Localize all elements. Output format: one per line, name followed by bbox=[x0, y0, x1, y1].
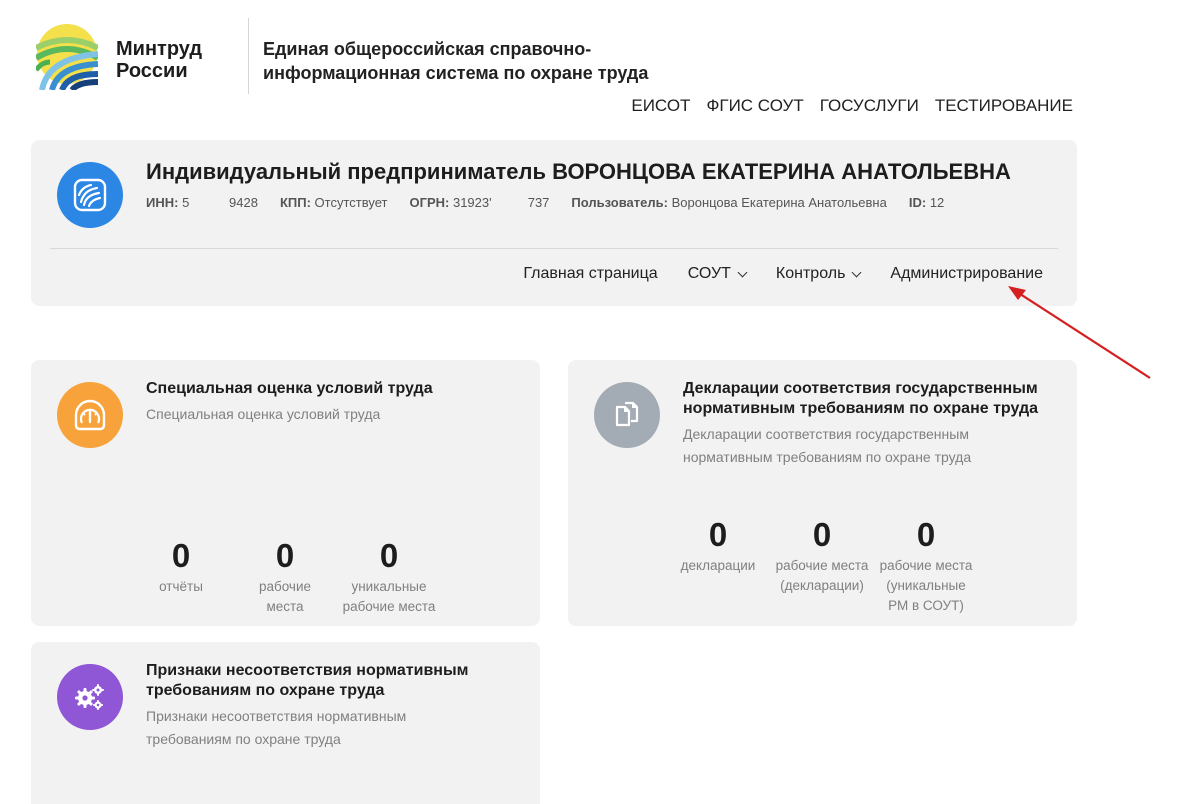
nav-home[interactable]: Главная страница bbox=[523, 265, 657, 283]
fingerprint-icon bbox=[73, 178, 107, 212]
card-sout[interactable]: Специальная оценка условий труда Специал… bbox=[31, 360, 540, 626]
nonconformity-card-description: Признаки несоответствия нормативным треб… bbox=[146, 708, 407, 747]
user-field: Пользователь: Воронцова Екатерина Анатол… bbox=[571, 195, 886, 210]
sout-card-title: Специальная оценка условий труда bbox=[146, 380, 433, 397]
brand-line-1: Минтруд bbox=[116, 38, 203, 60]
chevron-down-icon bbox=[737, 267, 748, 277]
stat-reports: 0 отчёты bbox=[141, 538, 221, 597]
nav-eisot[interactable]: ЕИСОТ bbox=[631, 96, 690, 116]
ogrn-field: ОГРН: 31923' 737 bbox=[409, 195, 549, 210]
stat-label: уникальные рабочие места bbox=[342, 579, 436, 614]
declarations-card-description: Декларации соответствия государственным … bbox=[683, 426, 972, 465]
kpp-label: КПП: bbox=[279, 195, 311, 210]
stat-unique-decl-workplaces: 0 рабочие места (уникальные РМ в СОУТ) bbox=[876, 517, 976, 616]
organization-card: Индивидуальный предприниматель ВОРОНЦОВА… bbox=[31, 140, 1077, 306]
stat-value: 0 bbox=[275, 537, 295, 574]
nav-sout-label: СОУТ bbox=[687, 265, 731, 282]
chevron-down-icon bbox=[851, 267, 862, 277]
nav-control-menu[interactable]: Контроль bbox=[775, 265, 862, 283]
top-nav: ЕИСОТ ФГИС СОУТ ГОСУСЛУГИ ТЕСТИРОВАНИЕ bbox=[631, 96, 1073, 116]
brand-name: Минтруд России bbox=[116, 38, 202, 82]
organization-name: Индивидуальный предприниматель ВОРОНЦОВА… bbox=[146, 159, 1011, 184]
stat-label: рабочие места (уникальные РМ в СОУТ) bbox=[879, 558, 973, 613]
nav-gosuslugi[interactable]: ГОСУСЛУГИ bbox=[820, 96, 919, 116]
stat-value: 0 bbox=[708, 516, 728, 553]
nonconformity-card-title: Признаки несоответствия нормативным треб… bbox=[146, 662, 469, 699]
stat-value: 0 bbox=[916, 516, 936, 553]
kpp-field: КПП: Отсутствует bbox=[280, 195, 388, 210]
inn-value: 5 9428 bbox=[182, 195, 258, 210]
nav-testing[interactable]: ТЕСТИРОВАНИЕ bbox=[935, 96, 1073, 116]
nav-control-label: Контроль bbox=[775, 265, 846, 282]
user-label: Пользователь: bbox=[571, 195, 668, 210]
inn-label: ИНН: bbox=[146, 195, 179, 210]
stat-label: декларации bbox=[680, 558, 756, 573]
id-value: 12 bbox=[929, 195, 945, 210]
id-label: ID: bbox=[908, 195, 927, 210]
gauge-icon bbox=[74, 399, 106, 431]
documents-icon bbox=[615, 401, 639, 427]
stat-decl-workplaces: 0 рабочие места (декларации) bbox=[772, 517, 872, 596]
kpp-value: Отсутствует bbox=[314, 195, 388, 210]
sout-card-description: Специальная оценка условий труда bbox=[146, 406, 381, 422]
stat-label: рабочие места (декларации) bbox=[775, 558, 869, 593]
user-value: Воронцова Екатерина Анатольевна bbox=[671, 195, 887, 210]
stat-value: 0 bbox=[812, 516, 832, 553]
organization-avatar bbox=[57, 162, 123, 228]
card-nonconformity[interactable]: Признаки несоответствия нормативным треб… bbox=[31, 642, 540, 804]
declarations-card-icon bbox=[594, 382, 660, 448]
system-title: Единая общероссийская справочно- информа… bbox=[263, 37, 648, 85]
stat-value: 0 bbox=[171, 537, 191, 574]
brand-line-2: России bbox=[116, 60, 188, 82]
stat-unique-workplaces: 0 уникальные рабочие места bbox=[329, 538, 449, 617]
system-title-line-1: Единая общероссийская справочно- bbox=[263, 39, 592, 59]
organization-divider bbox=[50, 248, 1058, 249]
organization-meta: ИНН: 5 9428 КПП: Отсутствует ОГРН: 31923… bbox=[146, 195, 944, 210]
system-title-line-2: информационная система по охране труда bbox=[263, 63, 649, 83]
inn-field: ИНН: 5 9428 bbox=[146, 195, 258, 210]
card-declarations[interactable]: Декларации соответствия государственным … bbox=[568, 360, 1077, 626]
declarations-card-title: Декларации соответствия государственным … bbox=[683, 380, 1039, 417]
header-divider bbox=[248, 18, 249, 94]
ogrn-value: 31923' 737 bbox=[452, 195, 550, 210]
gears-icon bbox=[75, 684, 104, 710]
stat-declarations: 0 декларации bbox=[668, 517, 768, 576]
nav-sout-menu[interactable]: СОУТ bbox=[687, 265, 748, 283]
nav-fgis-sout[interactable]: ФГИС СОУТ bbox=[706, 96, 803, 116]
stat-workplaces: 0 рабочие места bbox=[245, 538, 325, 617]
stat-label: отчёты bbox=[159, 579, 203, 594]
organization-nav: Главная страница СОУТ Контроль Администр… bbox=[523, 265, 1043, 283]
mintrud-logo[interactable] bbox=[36, 18, 98, 90]
id-field: ID: 12 bbox=[909, 195, 944, 210]
nav-home-label: Главная страница bbox=[523, 265, 658, 282]
sout-card-icon bbox=[57, 382, 123, 448]
ogrn-label: ОГРН: bbox=[409, 195, 450, 210]
stat-value: 0 bbox=[379, 537, 399, 574]
nonconformity-card-icon bbox=[57, 664, 123, 730]
stat-label: рабочие места bbox=[258, 579, 312, 614]
